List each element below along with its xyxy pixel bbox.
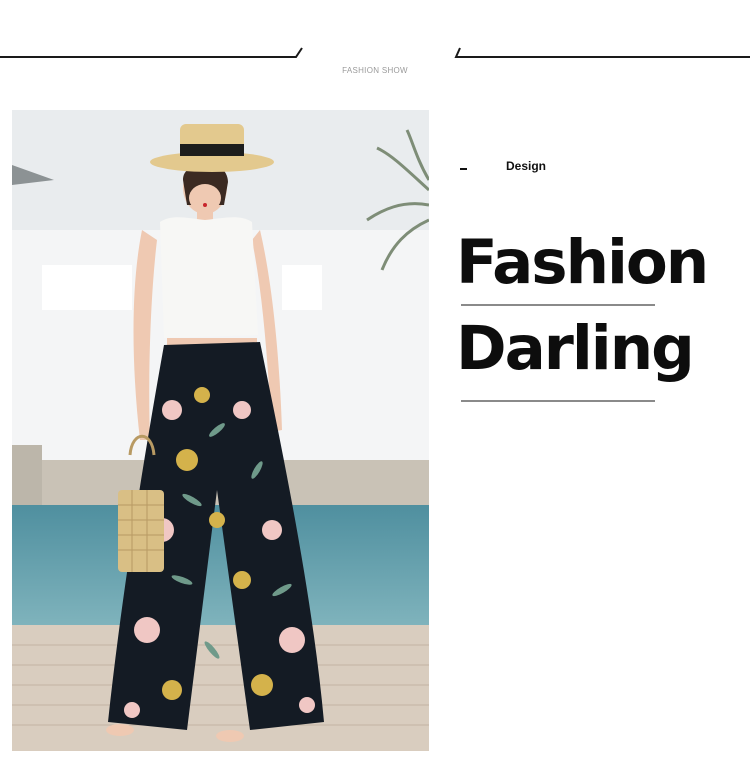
- section-label: Design: [506, 159, 547, 173]
- title-divider-top: [461, 304, 655, 306]
- title-divider-bottom: [461, 400, 655, 402]
- header-label: FASHION SHOW: [342, 66, 408, 75]
- top-right-rule: [454, 47, 750, 58]
- title-line-1: Fashion: [456, 227, 709, 298]
- title-line-2: Darling: [456, 313, 695, 384]
- top-left-rule: [0, 47, 303, 58]
- design-dash: [460, 168, 467, 170]
- product-photo: [12, 110, 429, 751]
